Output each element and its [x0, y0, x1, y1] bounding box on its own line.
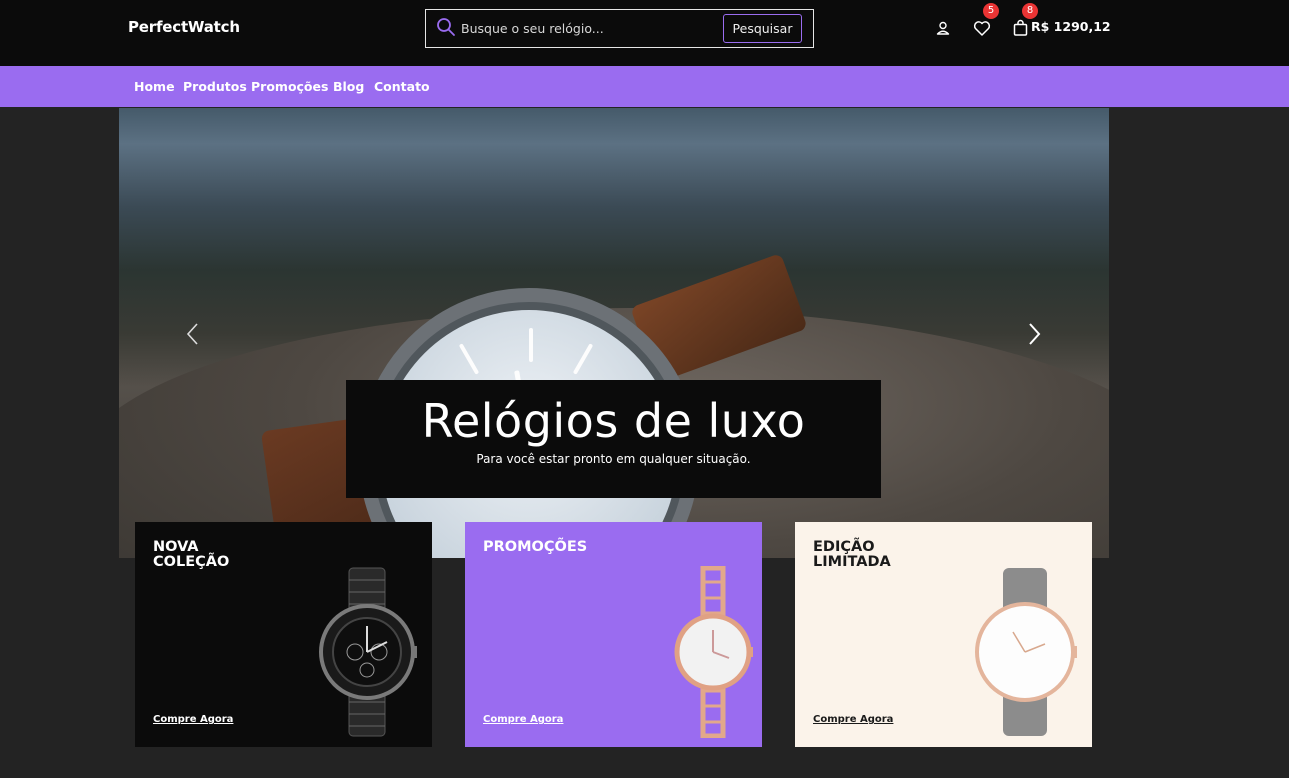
hero-title: Relógios de luxo — [421, 394, 806, 448]
black-chronograph-watch-image — [319, 567, 417, 737]
nav-blog[interactable]: Blog — [333, 79, 364, 94]
cart-total[interactable]: R$ 1290,12 — [1031, 19, 1111, 34]
hero-caption: Relógios de luxo Para você estar pronto … — [346, 380, 881, 498]
hero-carousel: Relógios de luxo Para você estar pronto … — [119, 108, 1109, 558]
search-bar: Pesquisar — [425, 9, 814, 48]
nav-contato[interactable]: Contato — [374, 79, 430, 94]
card-nova-colecao[interactable]: Nova Coleção Compre Agora — [135, 522, 432, 747]
card-title: Promoções — [483, 539, 588, 555]
card-edicao-limitada[interactable]: Edição Limitada Compre Agora — [795, 522, 1092, 747]
card-title: Edição Limitada — [813, 539, 891, 570]
cart-button[interactable]: 8 — [1010, 3, 1038, 39]
search-icon — [437, 18, 455, 36]
hero-watch-tick — [458, 343, 480, 375]
card-shop-now-link[interactable]: Compre Agora — [813, 714, 893, 725]
gray-strap-watch-image — [975, 568, 1077, 736]
cart-count-badge: 8 — [1022, 3, 1038, 19]
nav-promocoes[interactable]: Promoções — [251, 79, 328, 94]
card-shop-now-link[interactable]: Compre Agora — [153, 714, 233, 725]
card-title: Nova Coleção — [153, 539, 230, 570]
card-promocoes[interactable]: Promoções Compre Agora — [465, 522, 762, 747]
search-input[interactable] — [461, 10, 721, 47]
nav-home[interactable]: Home — [134, 79, 175, 94]
top-header: PerfectWatch Pesquisar 5 8 R$ 1290,12 — [0, 0, 1289, 66]
carousel-prev-arrow[interactable] — [181, 320, 205, 348]
wishlist-button[interactable]: 5 — [971, 3, 999, 39]
bag-icon — [1013, 19, 1028, 36]
rose-gold-watch-image — [674, 566, 753, 738]
hero-watch-tick — [572, 343, 594, 375]
card-shop-now-link[interactable]: Compre Agora — [483, 714, 563, 725]
heart-icon — [973, 21, 991, 36]
search-button[interactable]: Pesquisar — [723, 14, 802, 43]
carousel-next-arrow[interactable] — [1022, 320, 1046, 348]
main-nav: Home Produtos Promoções Blog Contato — [0, 66, 1289, 107]
nav-produtos[interactable]: Produtos — [183, 79, 247, 94]
wishlist-count-badge: 5 — [983, 3, 999, 19]
hero-watch-tick — [529, 328, 533, 362]
hero-subtitle: Para você estar pronto em qualquer situa… — [476, 452, 751, 466]
site-logo[interactable]: PerfectWatch — [128, 18, 240, 36]
user-icon[interactable] — [932, 17, 954, 39]
